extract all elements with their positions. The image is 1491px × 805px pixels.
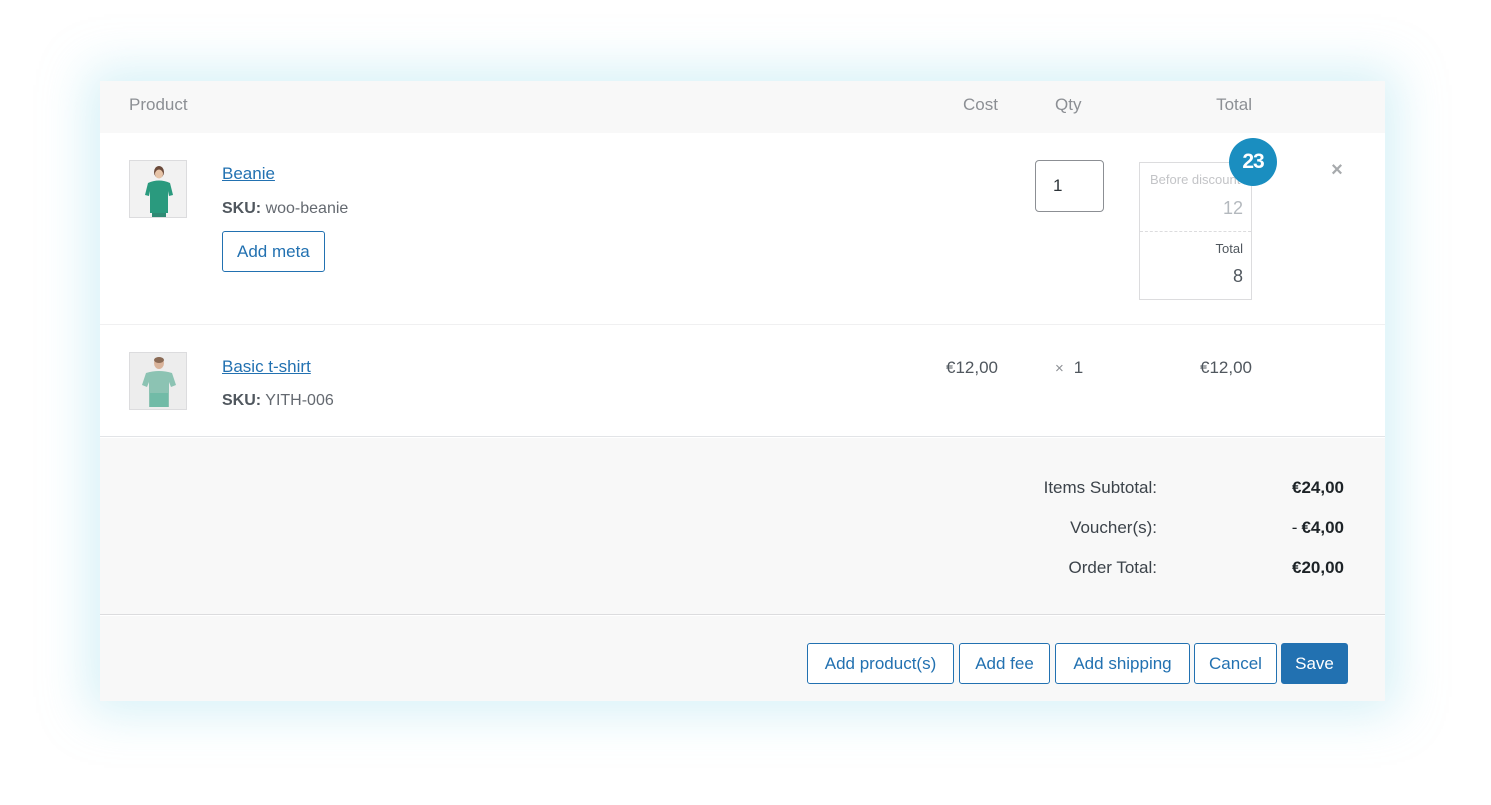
add-shipping-button[interactable]: Add shipping — [1055, 643, 1190, 684]
sku-value: woo-beanie — [265, 200, 349, 217]
line-total-label: Total — [1215, 241, 1243, 256]
times-icon: × — [1055, 360, 1064, 377]
sku-beanie: SKU: woo-beanie — [222, 200, 348, 218]
voucher-value: €4,00 — [1301, 518, 1344, 537]
qty-value: 1 — [1073, 358, 1084, 377]
close-icon[interactable]: × — [1328, 160, 1346, 180]
items-subtotal-label: Items Subtotal: — [1043, 478, 1157, 497]
table-row-beanie: Beanie SKU: woo-beanie Add meta Before d… — [100, 133, 1385, 325]
sku-value: YITH-006 — [265, 392, 334, 409]
add-fee-button[interactable]: Add fee — [959, 643, 1050, 684]
voucher-row: Voucher(s): - €4,00 — [100, 518, 1385, 542]
voucher-label: Voucher(s): — [1070, 518, 1157, 537]
add-products-button[interactable]: Add product(s) — [807, 643, 954, 684]
product-link-basic-tshirt[interactable]: Basic t-shirt — [222, 357, 311, 377]
product-link-beanie[interactable]: Beanie — [222, 164, 275, 184]
voucher-value-wrap: - €4,00 — [1292, 518, 1344, 538]
order-total-label: Order Total: — [1068, 558, 1157, 577]
voucher-minus: - — [1291, 518, 1298, 537]
cancel-button[interactable]: Cancel — [1194, 643, 1277, 684]
line-total-value: 8 — [1232, 266, 1243, 286]
order-totals: Items Subtotal: €24,00 Voucher(s): - €4,0… — [100, 438, 1385, 615]
items-subtotal-row: Items Subtotal: €24,00 — [100, 478, 1385, 502]
cost-basic-tshirt: €12,00 — [946, 358, 998, 377]
total-basic-tshirt: €12,00 — [1200, 358, 1252, 377]
sku-label: SKU: — [222, 200, 262, 217]
sku-basic-tshirt: SKU: YITH-006 — [222, 392, 334, 410]
actions-bar: Add product(s) Add fee Add shipping Canc… — [100, 616, 1385, 701]
items-subtotal-value: €24,00 — [1292, 478, 1344, 497]
save-button[interactable]: Save — [1281, 643, 1348, 684]
product-thumbnail-tshirt — [129, 352, 187, 410]
items-table-header: Product Cost Qty Total — [100, 81, 1385, 133]
order-total-row: Order Total: €20,00 — [100, 558, 1385, 582]
sku-label: SKU: — [222, 392, 262, 409]
order-items-panel: Product Cost Qty Total Beanie SKU: woo-b… — [100, 81, 1385, 701]
header-product: Product — [129, 95, 188, 114]
order-total-value: €20,00 — [1292, 558, 1344, 577]
before-discount-value: 12 — [1222, 198, 1243, 218]
step-badge: 23 — [1229, 138, 1277, 186]
table-row-basic-tshirt — [100, 325, 1385, 437]
qty-basic-tshirt: × 1 — [1055, 358, 1083, 378]
line-total-editor: Before discount 12 Total 8 — [1139, 162, 1252, 300]
product-thumbnail-beanie — [129, 160, 187, 218]
before-discount-label: Before discount — [1150, 172, 1241, 187]
add-meta-button[interactable]: Add meta — [222, 231, 325, 272]
quantity-input[interactable] — [1035, 160, 1104, 212]
header-cost: Cost — [963, 95, 998, 114]
header-qty: Qty — [1055, 95, 1082, 114]
header-total: Total — [1216, 95, 1252, 114]
